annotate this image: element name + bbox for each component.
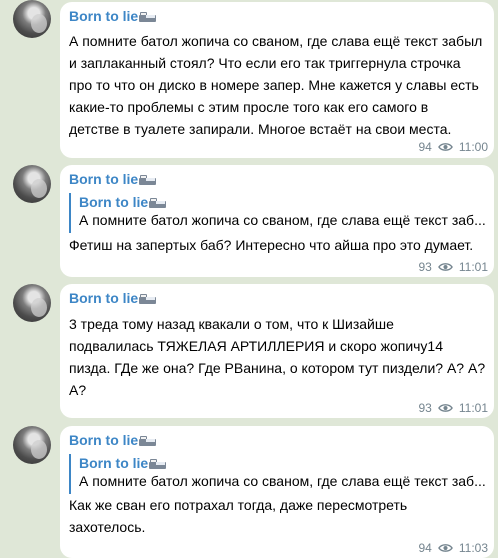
view-count: 94 — [418, 140, 432, 154]
eye-icon — [437, 404, 453, 412]
view-count: 93 — [418, 260, 432, 274]
sender-name[interactable]: Born to lie — [69, 432, 157, 448]
reply-sender: Born to lie — [79, 455, 167, 471]
reply-sender: Born to lie — [79, 194, 167, 210]
message-time: 11:01 — [458, 401, 488, 415]
message-time: 11:03 — [458, 541, 488, 555]
avatar[interactable] — [13, 426, 51, 464]
message-bubble[interactable]: Born to lie А помните батол жопича со св… — [60, 2, 494, 158]
avatar[interactable] — [13, 284, 51, 322]
message-meta: 94 11:00 — [419, 140, 489, 154]
eye-icon — [437, 544, 453, 552]
message-meta: 93 11:01 — [419, 260, 489, 274]
reply-text: А помните батол жопича со сваном, где сл… — [79, 473, 486, 489]
message-meta: 93 11:01 — [419, 401, 489, 415]
sender-name[interactable]: Born to lie — [69, 290, 157, 306]
bed-icon — [149, 458, 167, 469]
message-text: Фетиш на запертых баб? Интересно что айш… — [69, 237, 474, 253]
message-text: А помните батол жопича со сваном, где сл… — [69, 33, 483, 137]
message-time: 11:01 — [458, 260, 488, 274]
reply-quote[interactable]: Born to lie А помните батол жопича со св… — [69, 454, 487, 494]
message-bubble[interactable]: Born to lie 3 треда тому назад квакали о… — [60, 284, 494, 418]
eye-icon — [437, 263, 453, 271]
bed-icon — [139, 11, 157, 22]
chat-history: Born to lie А помните батол жопича со св… — [0, 0, 498, 558]
sender-name[interactable]: Born to lie — [69, 8, 157, 24]
message-text: 3 треда тому назад квакали о том, что к … — [69, 316, 486, 398]
reply-quote[interactable]: Born to lie А помните батол жопича со св… — [69, 193, 487, 233]
bed-icon — [139, 293, 157, 304]
reply-text: А помните батол жопича со сваном, где сл… — [79, 212, 486, 228]
avatar[interactable] — [13, 0, 51, 38]
message-text: Как же сван его потрахал тогда, даже пер… — [69, 497, 408, 535]
message-bubble[interactable]: Born to lie Born to lie А помните батол … — [60, 426, 494, 558]
message-meta: 94 11:03 — [419, 541, 489, 555]
bed-icon — [149, 197, 167, 208]
view-count: 94 — [418, 541, 432, 555]
view-count: 93 — [418, 401, 432, 415]
message-time: 11:00 — [458, 140, 488, 154]
bed-icon — [139, 435, 157, 446]
eye-icon — [437, 143, 453, 151]
sender-name[interactable]: Born to lie — [69, 171, 157, 187]
message-bubble[interactable]: Born to lie Born to lie А помните батол … — [60, 165, 494, 277]
avatar[interactable] — [13, 165, 51, 203]
bed-icon — [139, 174, 157, 185]
